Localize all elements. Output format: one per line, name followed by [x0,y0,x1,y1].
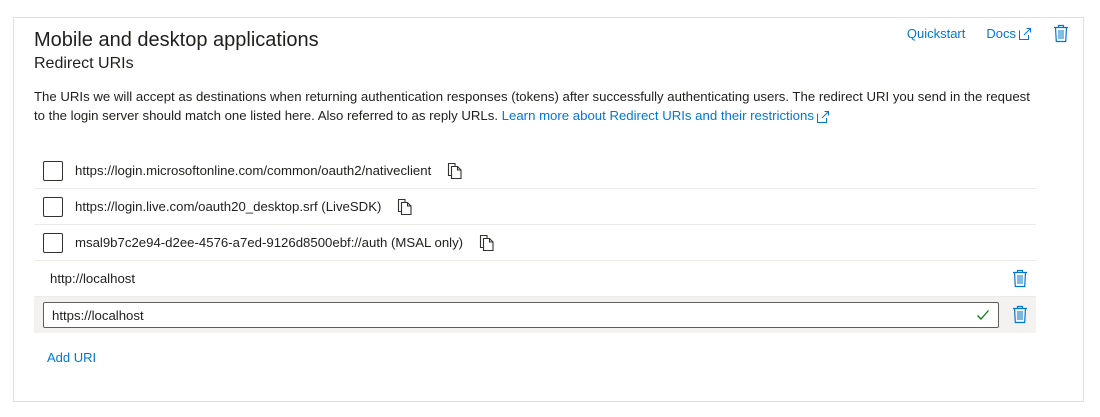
top-actions: Quickstart Docs [907,24,1069,43]
redirect-uri-input[interactable] [43,302,999,328]
docs-label: Docs [986,26,1016,41]
checkmark-icon [977,310,989,320]
redirect-uri-list: https://login.microsoftonline.com/common… [34,153,1036,333]
copy-icon[interactable] [447,162,463,180]
suggested-uri-row: https://login.live.com/oauth20_desktop.s… [34,189,1036,225]
external-link-icon [1019,27,1031,40]
uri-text: https://login.microsoftonline.com/common… [75,163,432,178]
uri-text: http://localhost [50,271,136,286]
delete-uri-icon[interactable] [1012,269,1028,288]
docs-link[interactable]: Docs [986,26,1032,41]
section-title: Mobile and desktop applications [34,29,319,51]
custom-uri-row[interactable]: http://localhost [34,261,1036,297]
uri-checkbox[interactable] [43,232,63,253]
redirect-uri-description: The URIs we will accept as destinations … [34,87,1044,125]
section-subtitle: Redirect URIs [34,55,134,72]
quickstart-link[interactable]: Quickstart [907,26,966,41]
delete-uri-icon[interactable] [1012,305,1028,324]
uri-checkbox[interactable] [43,196,63,217]
add-uri-link[interactable]: Add URI [47,350,96,365]
copy-icon[interactable] [397,198,413,216]
uri-text: https://login.live.com/oauth20_desktop.s… [75,199,382,214]
editing-uri-row [34,297,1036,333]
suggested-uri-row: https://login.microsoftonline.com/common… [34,153,1036,189]
external-link-icon [816,110,829,123]
uri-checkbox[interactable] [43,160,63,181]
suggested-uri-row: msal9b7c2e94-d2ee-4576-a7ed-9126d8500ebf… [34,225,1036,261]
uri-text: msal9b7c2e94-d2ee-4576-a7ed-9126d8500ebf… [75,235,464,250]
copy-icon[interactable] [479,234,495,252]
delete-platform-icon[interactable] [1053,24,1069,43]
learn-more-link[interactable]: Learn more about Redirect URIs and their… [502,108,814,123]
